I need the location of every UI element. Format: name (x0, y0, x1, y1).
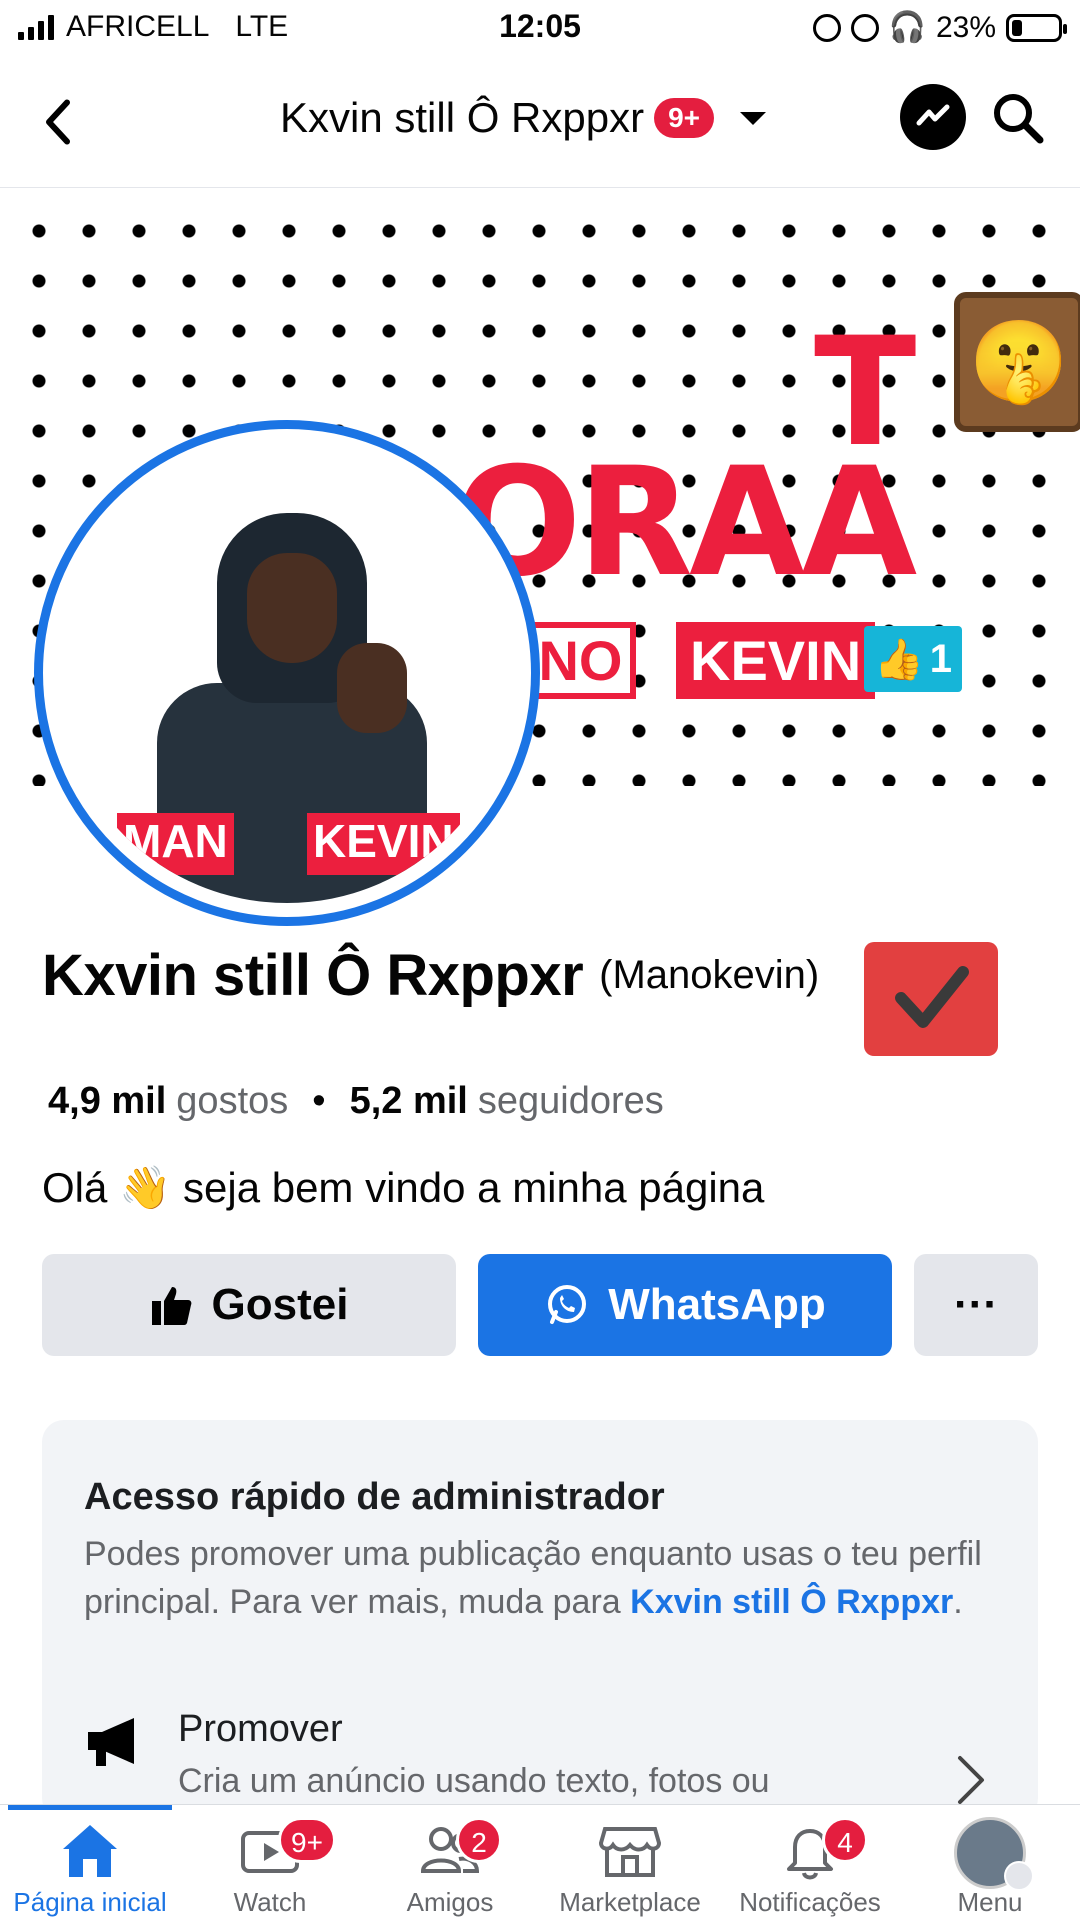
cover-like-sticker: 👍 1 (864, 626, 962, 692)
avatar-tag-left: MAN (117, 813, 234, 875)
tab-label: Menu (957, 1887, 1023, 1917)
admin-card-title: Acesso rápido de administrador (84, 1476, 665, 1518)
profile-name: Kxvin still Ô Rxppxr (42, 943, 584, 1008)
caret-down-icon (740, 111, 767, 125)
search-button[interactable] (988, 88, 1048, 148)
cover-like-count: 1 (929, 636, 953, 681)
admin-quick-access-card: Acesso rápido de administrador Podes pro… (42, 1420, 1038, 1820)
like-page-button[interactable]: Gostei (42, 1254, 456, 1356)
messenger-button[interactable] (900, 84, 966, 150)
marketplace-icon (598, 1827, 662, 1877)
tab-friends[interactable]: 2 Amigos (360, 1805, 540, 1920)
friends-badge: 2 (456, 1817, 502, 1863)
alarm-icon (850, 13, 879, 42)
tab-label: Página inicial (13, 1887, 167, 1917)
admin-card-description: Podes promover uma publicação enquanto u… (84, 1530, 994, 1626)
tab-watch[interactable]: 9+ Watch (180, 1805, 360, 1920)
page-bio: Olá 👋 seja bem vindo a minha página (42, 1164, 764, 1213)
followers-label: seguidores (477, 1080, 664, 1122)
switch-profile-link[interactable]: Kxvin still Ô Rxppxr (630, 1583, 953, 1621)
tab-label: Notificações (739, 1887, 881, 1917)
stats-separator: • (312, 1080, 326, 1122)
promote-title[interactable]: Promover (178, 1708, 343, 1751)
page-title: Kxvin still Ô Rxppxr (280, 94, 645, 141)
admin-description-period: . (953, 1583, 963, 1621)
battery-level (1012, 19, 1022, 36)
waving-hand-icon: 👋 (119, 1164, 172, 1211)
bio-prefix: Olá (42, 1164, 108, 1211)
status-right: 🎧 23% (812, 10, 1067, 45)
tab-notifications[interactable]: 4 Notificações (720, 1805, 900, 1920)
like-button-label: Gostei (211, 1280, 349, 1329)
page-stats: 4,9 mil gostos • 5,2 mil seguidores (48, 1080, 664, 1123)
status-bar: AFRICELL LTE 12:05 🎧 23% (0, 0, 1080, 56)
followers-count[interactable]: 5,2 mil (350, 1080, 468, 1123)
tab-label: Amigos (406, 1887, 494, 1917)
notification-badge: 9+ (654, 98, 715, 138)
tab-label: Watch (233, 1887, 307, 1917)
bio-text: seja bem vindo a minha página (183, 1164, 765, 1211)
page-switcher[interactable]: Kxvin still Ô Rxppxr 9+ (280, 94, 767, 142)
tv-emoji-icon: 🤫 (954, 292, 1080, 432)
headphones-icon: 🎧 (888, 11, 926, 44)
avatar-hand (337, 643, 407, 733)
more-icon: ··· (954, 1280, 998, 1329)
back-button[interactable] (40, 92, 100, 152)
messenger-icon (916, 104, 950, 126)
cover-tag-right: KEVIN (676, 622, 876, 699)
likes-count[interactable]: 4,9 mil (48, 1080, 166, 1123)
avatar-tag-right: KEVIN (307, 813, 460, 875)
notifications-badge: 4 (822, 1817, 868, 1863)
search-icon (994, 94, 1044, 144)
megaphone-icon (84, 1712, 144, 1772)
tab-home[interactable]: Página inicial (0, 1805, 180, 1920)
thumbs-up-icon (151, 1287, 191, 1325)
chevron-left-icon (46, 99, 70, 145)
home-icon (63, 1825, 117, 1877)
whatsapp-button[interactable]: WhatsApp (478, 1254, 892, 1356)
profile-name-row: Kxvin still Ô Rxppxr (Manokevin) (42, 942, 819, 1009)
tab-marketplace[interactable]: Marketplace (540, 1805, 720, 1920)
chevron-right-icon[interactable] (950, 1750, 990, 1810)
battery-icon (1006, 13, 1067, 42)
tab-menu[interactable]: Menu (900, 1805, 1080, 1920)
whatsapp-button-label: WhatsApp (608, 1280, 826, 1329)
thumbs-up-icon: 👍 (873, 637, 924, 682)
watch-badge: 9+ (278, 1817, 336, 1863)
profile-avatar[interactable]: MAN KEVIN (34, 420, 540, 926)
promote-description: Cria um anúncio usando texto, fotos ou (178, 1762, 770, 1800)
tab-label: Marketplace (559, 1887, 701, 1917)
bottom-tab-bar: Página inicial 9+ Watch 2 Amigos Marketp… (0, 1804, 1080, 1920)
top-nav: Kxvin still Ô Rxppxr 9+ (0, 60, 1080, 188)
likes-label: gostos (176, 1080, 289, 1122)
profile-username: (Manokevin) (599, 953, 820, 997)
battery-percent: 23% (935, 10, 996, 44)
avatar-photo: MAN KEVIN (57, 443, 517, 903)
avatar-face (247, 553, 337, 663)
whatsapp-icon (548, 1285, 587, 1324)
check-mark-icon (864, 942, 998, 1056)
check-icon (895, 966, 969, 1028)
rotation-lock-icon (812, 13, 841, 42)
more-options-button[interactable]: ··· (914, 1254, 1038, 1356)
